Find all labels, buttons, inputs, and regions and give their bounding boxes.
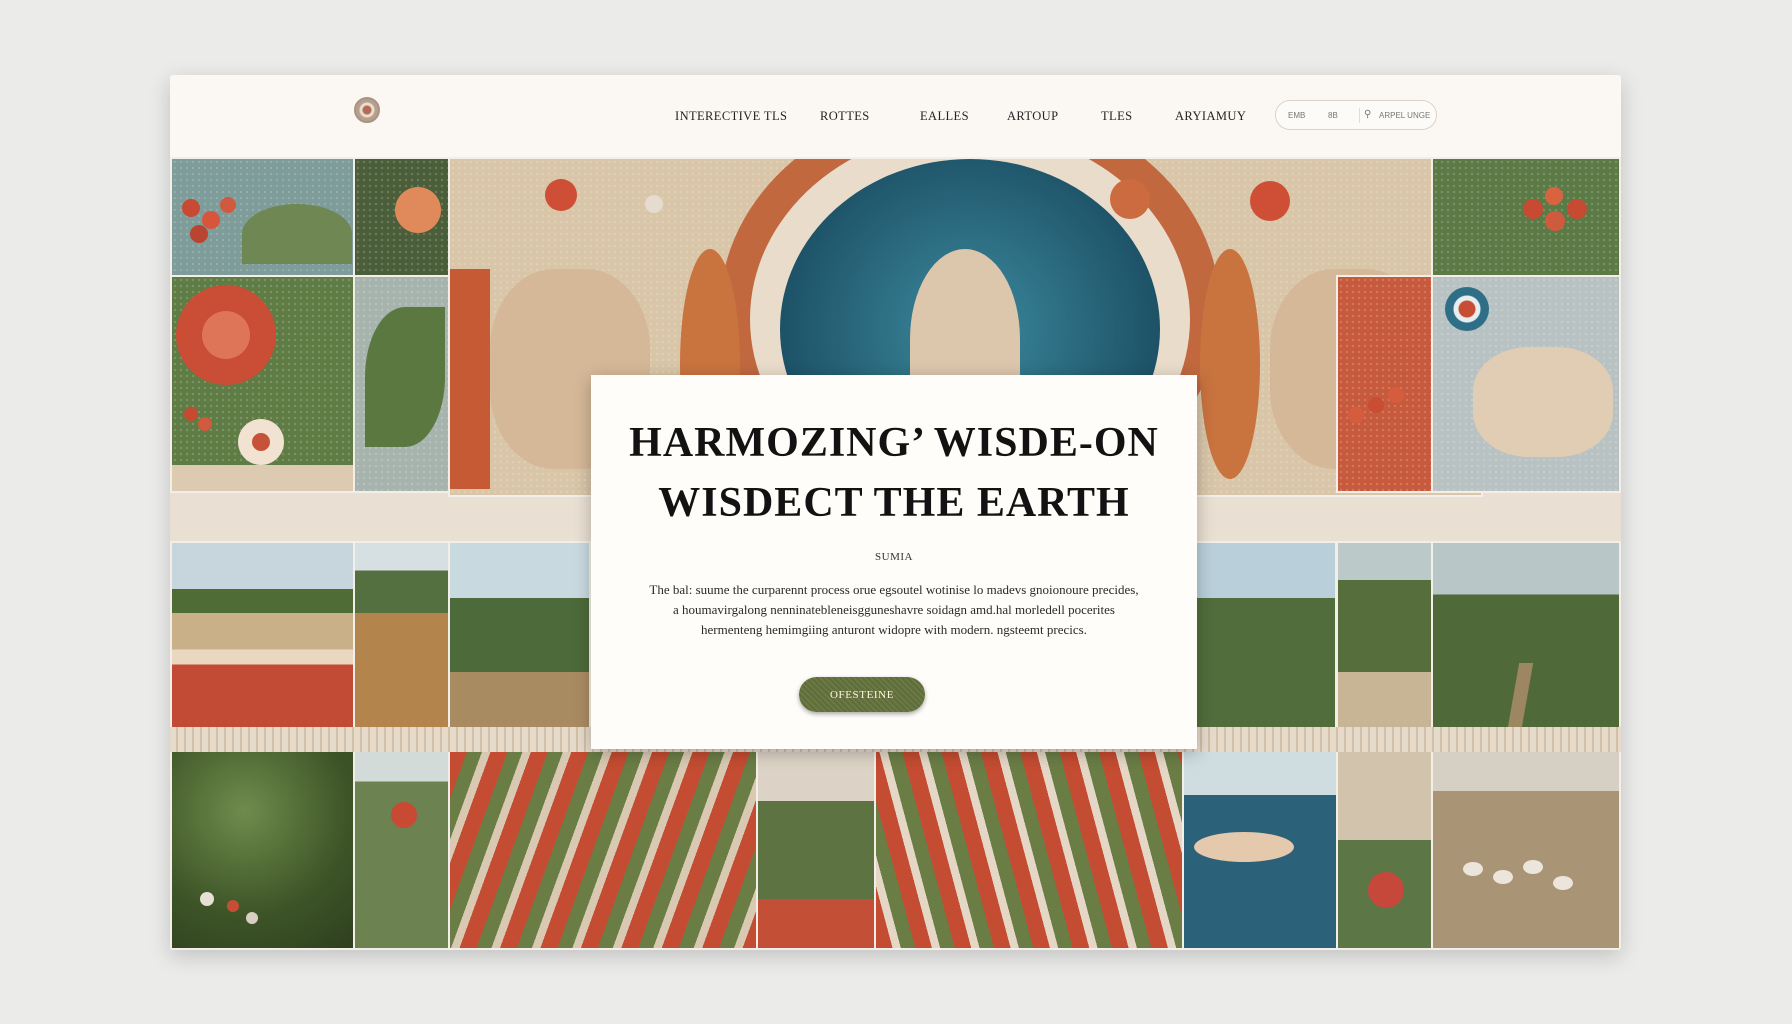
- hero-description: The bal: suume the curparennt process or…: [627, 580, 1161, 640]
- nav-item-ealles[interactable]: EALLES: [920, 109, 969, 124]
- hero-title: HARMOZING’ WISDE-ON WISDECT THE EARTH: [591, 413, 1197, 533]
- tile-berries[interactable]: [170, 157, 355, 277]
- tile-crop-grid[interactable]: [756, 750, 876, 950]
- hero-description-line-2: a houmavirgalong nenninatebleneisggunesh…: [673, 602, 1115, 617]
- hero-description-line-1: The bal: suume the curparennt process or…: [649, 582, 1139, 597]
- search-text-left: EMB: [1288, 111, 1306, 120]
- tile-leaves-right[interactable]: [1336, 275, 1433, 493]
- mosaic-emblem-icon[interactable]: [354, 97, 380, 123]
- browser-window: INTERECTIVE TLS ROTTES EALLES ARTOUP TLE…: [170, 75, 1621, 950]
- hero-description-line-3: hermenteng hemimgiing anturont widopre w…: [701, 622, 1087, 637]
- tile-crop-rows-2[interactable]: [874, 750, 1184, 950]
- search-divider: [1359, 108, 1360, 123]
- tile-forest[interactable]: [170, 750, 355, 950]
- tile-leaves-top[interactable]: [353, 157, 450, 277]
- search-text-right: ARPEL UNGE: [1379, 111, 1431, 120]
- tile-orchard[interactable]: [353, 750, 450, 950]
- nav-item-rottes[interactable]: ROTTES: [820, 109, 870, 124]
- nav-item-interective-tls[interactable]: INTERECTIVE TLS: [675, 109, 787, 124]
- tile-dry-field[interactable]: [353, 541, 450, 729]
- tile-green-wood[interactable]: [1336, 541, 1433, 729]
- tile-diamond[interactable]: [1336, 750, 1433, 950]
- tile-berries-right[interactable]: [1431, 157, 1621, 277]
- tile-center-village[interactable]: [448, 541, 591, 729]
- nav-item-aryiamuy[interactable]: ARYIAMUY: [1175, 109, 1246, 124]
- tile-flower[interactable]: [170, 275, 355, 493]
- hero-cta-button[interactable]: OFESTEINE: [799, 677, 925, 712]
- tile-hand-water[interactable]: [1182, 750, 1339, 950]
- tile-forest-road[interactable]: [1431, 541, 1621, 729]
- site-header: INTERECTIVE TLS ROTTES EALLES ARTOUP TLE…: [170, 75, 1621, 157]
- tile-swirl[interactable]: [1431, 275, 1621, 493]
- tile-right-field[interactable]: [1195, 541, 1337, 729]
- hero-title-line-2: WISDECT THE EARTH: [658, 480, 1130, 526]
- hero-card: HARMOZING’ WISDE-ON WISDECT THE EARTH SU…: [591, 375, 1197, 749]
- tile-field-rows[interactable]: [170, 541, 355, 729]
- search-text-mid: 8B: [1328, 111, 1338, 120]
- hero-title-line-1: HARMOZING’ WISDE-ON: [629, 420, 1159, 466]
- nav-item-artoup[interactable]: ARTOUP: [1007, 109, 1058, 124]
- hero-subtitle: SUMIA: [875, 551, 913, 563]
- nav-item-tles[interactable]: TLES: [1101, 109, 1132, 124]
- tile-leaf[interactable]: [353, 275, 450, 493]
- search-input[interactable]: EMB 8B ⚲ ARPEL UNGE: [1275, 100, 1437, 130]
- search-icon[interactable]: ⚲: [1364, 109, 1371, 120]
- tile-crop-rows-1[interactable]: [448, 750, 758, 950]
- tile-sheep-field[interactable]: [1431, 750, 1621, 950]
